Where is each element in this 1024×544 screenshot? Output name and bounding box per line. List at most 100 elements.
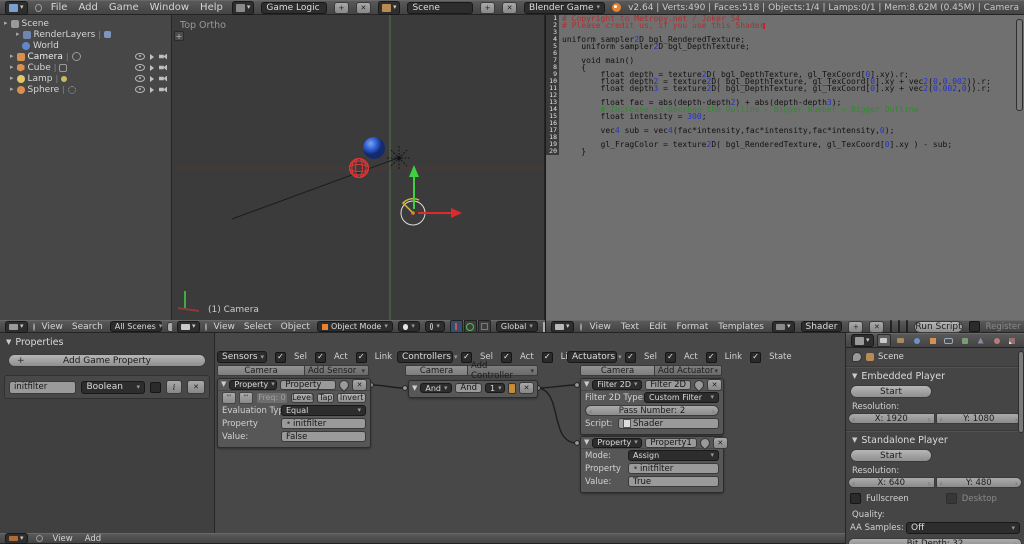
word-wrap-toggle[interactable] [898,320,901,333]
menu-view[interactable]: View [40,322,65,332]
tab-texture[interactable] [1006,335,1019,346]
scene-name-field[interactable]: Scene [407,1,474,14]
bit-depth-slider[interactable]: ‹ Bit Depth: 32 › [848,538,1022,544]
tap-button[interactable]: Tap [317,392,335,403]
visibility-eye-icon[interactable] [135,86,145,93]
menu-help[interactable]: Help [198,2,225,13]
scene-add-button[interactable]: + [480,1,496,14]
display-scope-select[interactable]: All Scenes ▾ [109,321,162,332]
menu-view[interactable]: View [588,322,613,332]
script-name-field[interactable]: Shader [800,321,843,332]
menu-format[interactable]: Format [675,322,711,332]
menu-templates[interactable]: Templates [716,322,766,332]
embedded-res-x-stepper[interactable]: ‹ X: 1920 › [848,413,935,424]
standalone-start-button[interactable]: Start [850,449,932,462]
stepper-right-icon[interactable]: › [1015,478,1018,489]
stepper-left-icon[interactable]: ‹ [852,478,855,489]
code-line[interactable]: } [559,148,586,156]
controllers-link-checkbox[interactable]: ✓ [541,351,553,363]
visibility-eye-icon[interactable] [135,64,145,71]
code-line[interactable]: float intensity = 300; [559,113,707,121]
code-line[interactable]: vec4 sub = vec4(fac*intensity,fac*intens… [559,127,895,135]
code-line[interactable]: float depth3 = texture2D( bgl_DepthTextu… [559,85,991,93]
region-expand-tab[interactable]: + [174,31,184,41]
sphere-object-blue[interactable] [363,137,385,159]
menu-search[interactable]: Search [70,322,105,332]
snap-magnet-icon[interactable] [542,321,545,332]
mark-icon[interactable] [508,382,516,394]
menu-view[interactable]: View [51,534,75,544]
disclosure-icon[interactable]: ▸ [10,86,14,93]
actuators-sel-checkbox[interactable]: ✓ [625,351,636,363]
actuator-name-input[interactable]: Filter 2D [645,379,692,390]
filter-type-select[interactable]: Custom Filter ▾ [644,392,719,403]
breadcrumb-scene[interactable]: Scene [878,352,904,362]
text-add-button[interactable]: + [848,320,864,333]
selectable-cursor-icon[interactable] [150,86,154,93]
run-script-button[interactable]: Run Script [914,320,963,333]
editor-type-selector[interactable]: ▾ [5,0,28,15]
renderable-camera-icon[interactable] [159,53,167,60]
screen-layout-name[interactable]: Game Logic [261,1,327,14]
layout-add-button[interactable]: + [333,1,349,14]
outliner-row-scene[interactable]: ▸ Scene [0,18,171,29]
disclosure-icon[interactable]: ▸ [16,31,20,38]
header-collapse-circle[interactable] [32,322,35,331]
register-checkbox[interactable]: ✓ [968,321,980,332]
mode-select[interactable]: Assign ▾ [628,450,719,461]
header-collapse-circle[interactable] [34,3,42,12]
controllers-filter-select[interactable]: Controllers ▾ [397,351,457,363]
sensor-name-input[interactable]: Property [280,379,336,390]
menu-object[interactable]: Object [279,322,312,332]
menu-view[interactable]: View [212,322,237,332]
add-game-property-button[interactable]: + Add Game Property [8,354,206,367]
property-name-input[interactable]: initfilter [9,380,77,394]
pulse-false-toggle[interactable]: ''' [239,391,253,404]
tab-render[interactable] [876,334,892,347]
tab-constraints[interactable] [942,335,955,346]
outliner-editor[interactable]: ▸ Scene ▸ RenderLayers | World ▸ Camera … [0,15,172,320]
code-line[interactable]: # Please credit us, if you use this Shad… [559,22,764,30]
frequency-stepper[interactable]: Freq: 0 [256,391,289,404]
editor-type-selector[interactable]: ▾ [851,334,874,347]
embedded-player-panel-header[interactable]: ▼ Embedded Player [846,368,1024,382]
stepper-right-icon[interactable]: › [927,478,930,489]
stepper-left-icon[interactable]: ‹ [940,414,943,425]
property-info-button[interactable]: i [166,380,182,394]
standalone-player-panel-header[interactable]: ▼ Standalone Player [846,432,1024,446]
actuator-node-property[interactable]: ▼ Property ▾ Property1 ✕ Mode: Assign ▾ Pr… [580,435,728,493]
text-unlink-button[interactable]: ✕ [869,320,885,333]
pivot-point-select[interactable]: ▾ [424,321,445,332]
embedded-start-button[interactable]: Start [850,385,932,398]
sensor-value-input[interactable]: False [281,431,366,442]
sensor-node-property[interactable]: ▼ Property ▾ Property ✕ ''' ''' Freq: 0 L… [217,377,371,448]
disclosure-icon[interactable]: ▼ [412,384,417,392]
line-numbers-toggle[interactable] [890,320,893,333]
text-editor-scrollbar[interactable] [1016,19,1023,111]
pin-icon[interactable] [336,377,352,392]
add-controller-button[interactable]: Add Controller ▾ [468,361,538,381]
editor-type-selector[interactable]: ▾ [5,533,28,544]
code-line[interactable]: uniform sampler2D bgl_DepthTexture; [559,43,750,51]
outliner-row-renderlayers[interactable]: ▸ RenderLayers | [0,29,171,40]
header-collapse-circle[interactable] [579,322,582,331]
text-browse[interactable]: ▾ [772,320,795,333]
actuator-type-select[interactable]: Filter 2D ▾ [592,379,643,390]
selectable-cursor-icon[interactable] [150,53,154,60]
logic-editor-main[interactable]: Sensors▾ ✓ Sel ✓ Act ✓ Link ✓ State Camera A… [215,333,845,533]
syntax-highlight-toggle[interactable] [906,320,909,333]
sensors-link-checkbox[interactable]: ✓ [355,351,367,363]
tab-world[interactable] [910,335,923,346]
menu-edit[interactable]: Edit [647,322,668,332]
outliner-row-lamp[interactable]: ▸ Lamp | [0,73,171,84]
fullscreen-checkbox[interactable]: ✓ [850,493,861,504]
level-button[interactable]: Level [291,392,315,403]
property-delete-button[interactable]: ✕ [187,380,205,394]
pin-icon[interactable] [692,377,707,392]
pin-icon[interactable] [697,435,712,450]
renderable-camera-icon[interactable] [159,75,167,82]
visibility-eye-icon[interactable] [135,75,145,82]
selectable-cursor-icon[interactable] [150,64,154,71]
renderable-camera-icon[interactable] [159,86,167,93]
actuators-link-checkbox[interactable]: ✓ [705,351,717,363]
